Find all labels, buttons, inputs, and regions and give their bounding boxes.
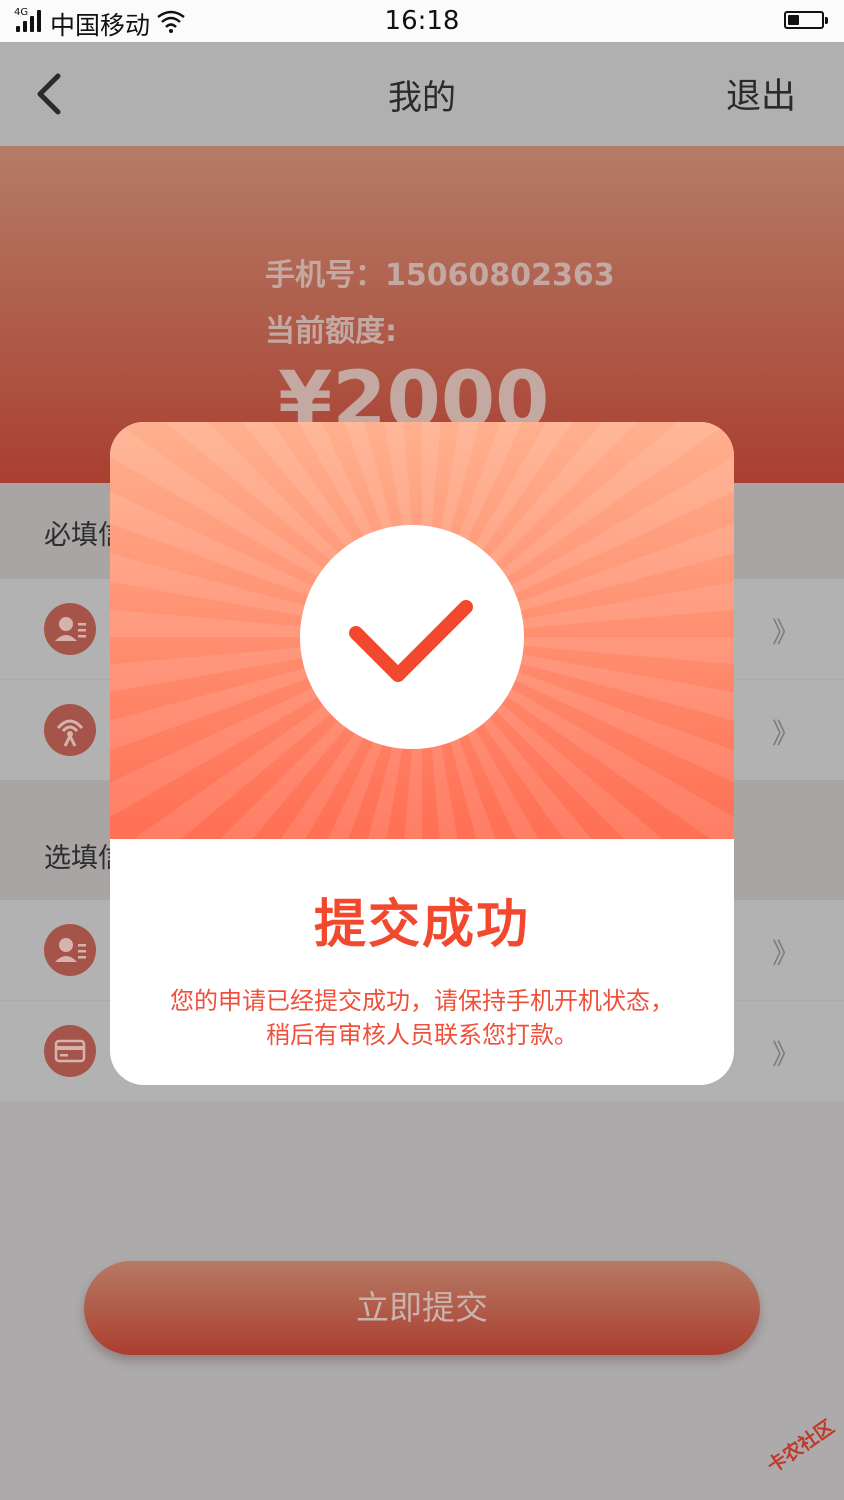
dialog-message-line-1: 您的申请已经提交成功，请保持手机开机状态，	[170, 987, 674, 1015]
success-badge	[300, 525, 524, 749]
chevron-right-icon: 》	[772, 616, 801, 649]
identity-card-icon	[44, 603, 96, 655]
chevron-right-icon: 》	[772, 717, 801, 750]
signal-tower-icon	[44, 704, 96, 756]
dialog-message: 您的申请已经提交成功，请保持手机开机状态， 稍后有审核人员联系您打款。	[110, 984, 734, 1052]
bank-card-icon	[44, 1025, 96, 1077]
page-title: 我的	[388, 78, 456, 118]
chevron-right-icon: 》	[772, 937, 801, 970]
watermark-logo: 卡农社区	[740, 1410, 844, 1500]
status-time: 16:18	[384, 6, 460, 36]
logout-button[interactable]: 退出	[726, 68, 796, 119]
watermark-text: 卡农社区	[763, 1415, 839, 1478]
dialog-banner	[110, 422, 734, 839]
dialog-message-line-2: 稍后有审核人员联系您打款。	[266, 1021, 578, 1049]
nav-bar: 我的 退出	[0, 42, 844, 147]
submit-button[interactable]: 立即提交	[84, 1261, 760, 1355]
phone-number: 手机号：15060802363	[265, 258, 615, 293]
battery-level	[788, 15, 799, 25]
quota-label: 当前额度:	[265, 314, 397, 349]
chevron-right-icon: 》	[772, 1038, 801, 1071]
checkmark-icon	[349, 600, 473, 682]
identity-card-icon	[44, 924, 96, 976]
battery-icon	[784, 11, 828, 29]
success-dialog: 提交成功 您的申请已经提交成功，请保持手机开机状态， 稍后有审核人员联系您打款。	[110, 422, 734, 1085]
dialog-title: 提交成功	[313, 895, 530, 955]
status-bar: 4G 中国移动 16:18	[0, 0, 844, 42]
